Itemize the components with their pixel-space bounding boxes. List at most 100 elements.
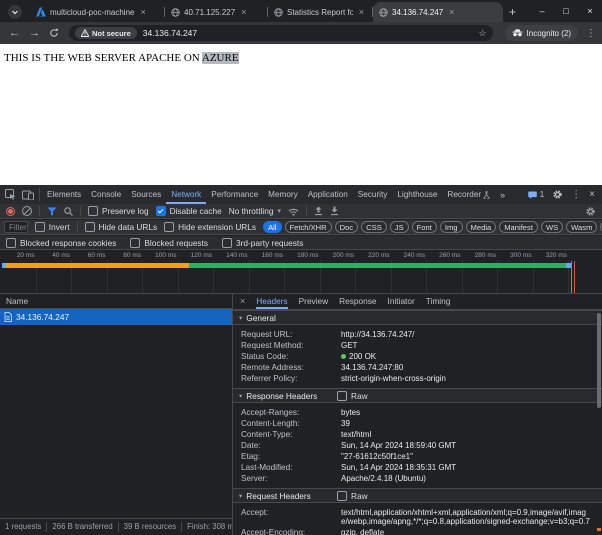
minimize-button[interactable]: – — [530, 0, 554, 22]
maximize-button[interactable]: □ — [554, 0, 578, 22]
checkbox-label: Blocked requests — [144, 238, 208, 248]
devtools-tab-console[interactable]: Console — [86, 185, 126, 204]
record-network-log-button[interactable] — [6, 207, 15, 216]
details-tab-response[interactable]: Response — [339, 293, 376, 309]
device-toolbar-icon[interactable] — [22, 190, 34, 200]
issues-badge[interactable]: 1 — [528, 190, 544, 199]
devtools-tab-label: Lighthouse — [397, 190, 437, 199]
browser-tab[interactable]: 40.71.125.227× — [165, 2, 267, 22]
3rd-party-requests-checkbox[interactable]: 3rd-party requests — [222, 238, 303, 248]
request-row[interactable]: 34.136.74.247 — [0, 309, 232, 325]
filter-input[interactable]: Filter — [4, 221, 28, 233]
checkbox-unchecked — [85, 222, 95, 232]
section-header-general[interactable]: ▾General — [233, 310, 602, 325]
invert-checkbox[interactable]: Invert — [35, 222, 70, 232]
domcontentloaded-line — [571, 261, 572, 293]
blocked-requests-checkbox[interactable]: Blocked requests — [130, 238, 208, 248]
warning-icon — [81, 29, 89, 37]
favicon-globe-icon — [171, 8, 180, 17]
page-text: THIS IS THE WEB SERVER APACHE ON AZURE — [4, 52, 239, 64]
filter-pill-doc[interactable]: Doc — [335, 221, 359, 233]
timeline-tick-label: 20 ms — [5, 252, 35, 259]
details-tab-timing[interactable]: Timing — [426, 293, 451, 309]
address-bar[interactable]: Not secure 34.136.74.247 ☆ — [69, 25, 493, 41]
export-har-icon[interactable] — [330, 206, 339, 216]
filter-funnel-icon[interactable] — [47, 207, 57, 216]
tab-close-icon[interactable]: × — [447, 7, 456, 18]
devtools-tab-performance[interactable]: Performance — [206, 185, 263, 204]
window-controls: – □ × — [530, 0, 602, 22]
filter-pill-media[interactable]: Media — [466, 221, 497, 233]
filter-pill-wasm[interactable]: Wasm — [566, 221, 597, 233]
hide-extension-urls-checkbox[interactable]: Hide extension URLs — [164, 222, 256, 232]
section-header-request-headers[interactable]: ▾Request HeadersRaw — [233, 488, 602, 503]
name-column-header[interactable]: Name — [0, 293, 232, 309]
network-settings-gear-icon[interactable] — [585, 206, 596, 217]
network-overview-timeline[interactable]: 20 ms40 ms60 ms80 ms100 ms120 ms140 ms16… — [0, 251, 602, 294]
devtools-tab-lighthouse[interactable]: Lighthouse — [392, 185, 442, 204]
reload-button[interactable] — [49, 28, 59, 38]
collapse-triangle-icon: ▾ — [239, 392, 242, 400]
settings-gear-icon[interactable] — [552, 189, 563, 200]
checkbox-unchecked — [6, 238, 16, 248]
hide-data-urls-checkbox[interactable]: Hide data URLs — [85, 222, 158, 232]
filter-pill-ws[interactable]: WS — [541, 221, 563, 233]
close-details-button[interactable]: × — [240, 296, 245, 306]
browser-tab[interactable]: Statistics Report for HAP× — [268, 2, 372, 22]
disable-cache-checkbox[interactable]: Disable cache — [156, 206, 222, 216]
network-conditions-icon[interactable] — [288, 207, 299, 216]
close-window-button[interactable]: × — [578, 0, 602, 22]
filter-pill-img[interactable]: Img — [440, 221, 463, 233]
browser-tab[interactable]: multicloud-poc-machine× — [30, 2, 164, 22]
not-secure-chip[interactable]: Not secure — [75, 27, 137, 39]
search-icon[interactable] — [64, 207, 73, 216]
blocked-response-cookies-checkbox[interactable]: Blocked response cookies — [6, 238, 116, 248]
tab-close-icon[interactable]: × — [239, 7, 248, 18]
details-tab-headers[interactable]: Headers — [256, 293, 287, 309]
details-scrollbar[interactable] — [597, 313, 601, 408]
devtools-tab-elements[interactable]: Elements — [42, 185, 86, 204]
section-header-response-headers[interactable]: ▾Response HeadersRaw — [233, 388, 602, 403]
browser-tab[interactable]: 34.136.74.247× — [373, 2, 503, 22]
devtools-menu-button[interactable]: ⋮ — [571, 189, 581, 200]
browser-menu-button[interactable]: ⋮ — [586, 28, 596, 39]
preserve-log-checkbox[interactable]: Preserve log — [88, 206, 149, 216]
filter-pill-fetchxhr[interactable]: Fetch/XHR — [285, 221, 332, 233]
status-segment: 39 B resources — [119, 522, 182, 532]
header-value: gzip, deflate — [341, 528, 592, 535]
raw-checkbox[interactable]: Raw — [337, 391, 368, 401]
header-row: Content-Type:text/html — [233, 429, 602, 440]
network-toolbar: Preserve log Disable cache No throttling… — [0, 204, 602, 219]
throttling-dropdown[interactable]: No throttling ▾ — [229, 206, 281, 216]
tab-search-button[interactable] — [8, 5, 22, 19]
forward-button[interactable]: → — [29, 28, 40, 39]
raw-checkbox[interactable]: Raw — [337, 491, 368, 501]
tab-close-icon[interactable]: × — [357, 7, 366, 18]
devtools-tab-application[interactable]: Application — [303, 185, 353, 204]
filter-pill-css[interactable]: CSS — [361, 221, 387, 233]
devtools-tab-recorder[interactable]: Recorder — [442, 185, 495, 204]
bookmark-star-icon[interactable]: ☆ — [478, 28, 486, 39]
devtools-tab-network[interactable]: Network — [166, 185, 206, 204]
filter-pill-manifest[interactable]: Manifest — [499, 221, 538, 233]
devtools-tab-security[interactable]: Security — [353, 185, 393, 204]
details-tab-preview[interactable]: Preview — [299, 293, 329, 309]
more-tabs-button[interactable]: » — [495, 190, 510, 200]
import-har-icon[interactable] — [314, 206, 323, 216]
browser-toolbar: ← → Not secure 34.136.74.247 ☆ Incognito… — [0, 22, 602, 44]
filter-pill-font[interactable]: Font — [412, 221, 437, 233]
timeline-tick-label: 320 ms — [537, 252, 567, 259]
back-button[interactable]: ← — [9, 28, 20, 39]
devtools-close-button[interactable]: × — [589, 189, 595, 200]
tab-close-icon[interactable]: × — [138, 7, 147, 18]
filter-pill-js[interactable]: JS — [390, 221, 409, 233]
header-value: text/html,application/xhtml+xml,applicat… — [341, 508, 592, 526]
filter-pill-all[interactable]: All — [263, 221, 281, 233]
new-tab-button[interactable]: + — [509, 5, 516, 19]
details-tab-initiator[interactable]: Initiator — [388, 293, 415, 309]
devtools-tab-sources[interactable]: Sources — [126, 185, 166, 204]
header-value: http://34.136.74.247/ — [341, 330, 592, 339]
clear-network-log-button[interactable] — [22, 206, 32, 216]
inspect-element-icon[interactable] — [5, 189, 16, 200]
devtools-tab-memory[interactable]: Memory — [263, 185, 303, 204]
